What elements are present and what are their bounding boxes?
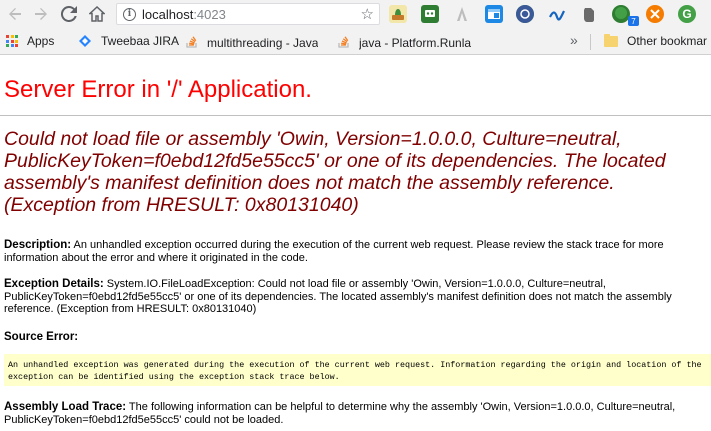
bookmarks-bar: Apps Tweebaa JIRA multithreading - Java … [0, 28, 711, 55]
extension-icon-6[interactable] [548, 5, 566, 23]
reload-icon[interactable] [58, 3, 80, 25]
grammarly-icon[interactable]: G [678, 5, 696, 23]
bookmark-item[interactable]: Tweebaa JIRA [78, 34, 179, 48]
title-divider [0, 115, 711, 116]
extension-icon-4[interactable] [485, 5, 503, 23]
exception-label: Exception Details: [4, 278, 104, 290]
extension-icon-1[interactable] [389, 5, 407, 23]
extension-badge: 7 [628, 16, 639, 26]
bookmark-item[interactable]: multithreading - Java [186, 34, 318, 51]
bookmark-apps-label: Apps [27, 34, 55, 48]
exception-details-section: Exception Details: System.IO.FileLoadExc… [4, 278, 704, 316]
browser-toolbar: i localhost:4023 ☆ 7 G [0, 0, 711, 28]
arrow-right-icon[interactable] [30, 3, 52, 25]
assembly-trace-label: Assembly Load Trace: [4, 401, 127, 413]
stackoverflow-icon [186, 34, 198, 51]
description-text: An unhandled exception occurred during t… [4, 239, 664, 264]
exception-text: System.IO.FileLoadException: Could not l… [4, 278, 672, 315]
assembly-load-trace-section: Assembly Load Trace: The following infor… [4, 401, 704, 426]
jira-icon [78, 34, 92, 48]
star-icon[interactable]: ☆ [361, 5, 374, 23]
extension-icon-9[interactable] [646, 5, 664, 23]
extension-icon-3[interactable] [453, 5, 471, 23]
bookmark-other-label: Other bookmar [627, 34, 708, 48]
bookmark-label: multithreading - Java [207, 35, 319, 50]
url-host: localhost [142, 6, 194, 22]
bookmarks-separator [590, 34, 591, 50]
description-label: Description: [4, 239, 72, 251]
description-section: Description: An unhandled exception occu… [4, 239, 704, 264]
bookmarks-overflow-chevron[interactable]: » [570, 32, 578, 48]
address-bar[interactable]: i localhost:4023 ☆ [116, 3, 380, 25]
bookmark-other[interactable]: Other bookmar [604, 33, 708, 48]
bookmark-label: java - Platform.Runla [359, 35, 471, 50]
url-port: :4023 [193, 6, 226, 22]
extension-icon-5[interactable] [516, 5, 534, 23]
extension-icon-2[interactable] [421, 5, 439, 23]
info-icon[interactable]: i [123, 7, 136, 21]
source-error-heading: Source Error: [4, 331, 79, 343]
stackoverflow-icon [338, 34, 350, 51]
folder-icon [604, 33, 618, 47]
error-message: Could not load file or assembly 'Owin, V… [4, 128, 666, 216]
arrow-left-icon[interactable] [4, 3, 26, 25]
evernote-icon[interactable] [580, 5, 598, 23]
home-icon[interactable] [86, 3, 108, 25]
bookmark-apps[interactable]: Apps [6, 34, 54, 48]
apps-grid-icon [6, 35, 18, 47]
bookmark-label: Tweebaa JIRA [101, 34, 180, 48]
source-error-box: An unhandled exception was generated dur… [4, 354, 711, 386]
page-title: Server Error in '/' Application. [4, 76, 312, 103]
bookmark-item[interactable]: java - Platform.Runla [338, 34, 471, 51]
